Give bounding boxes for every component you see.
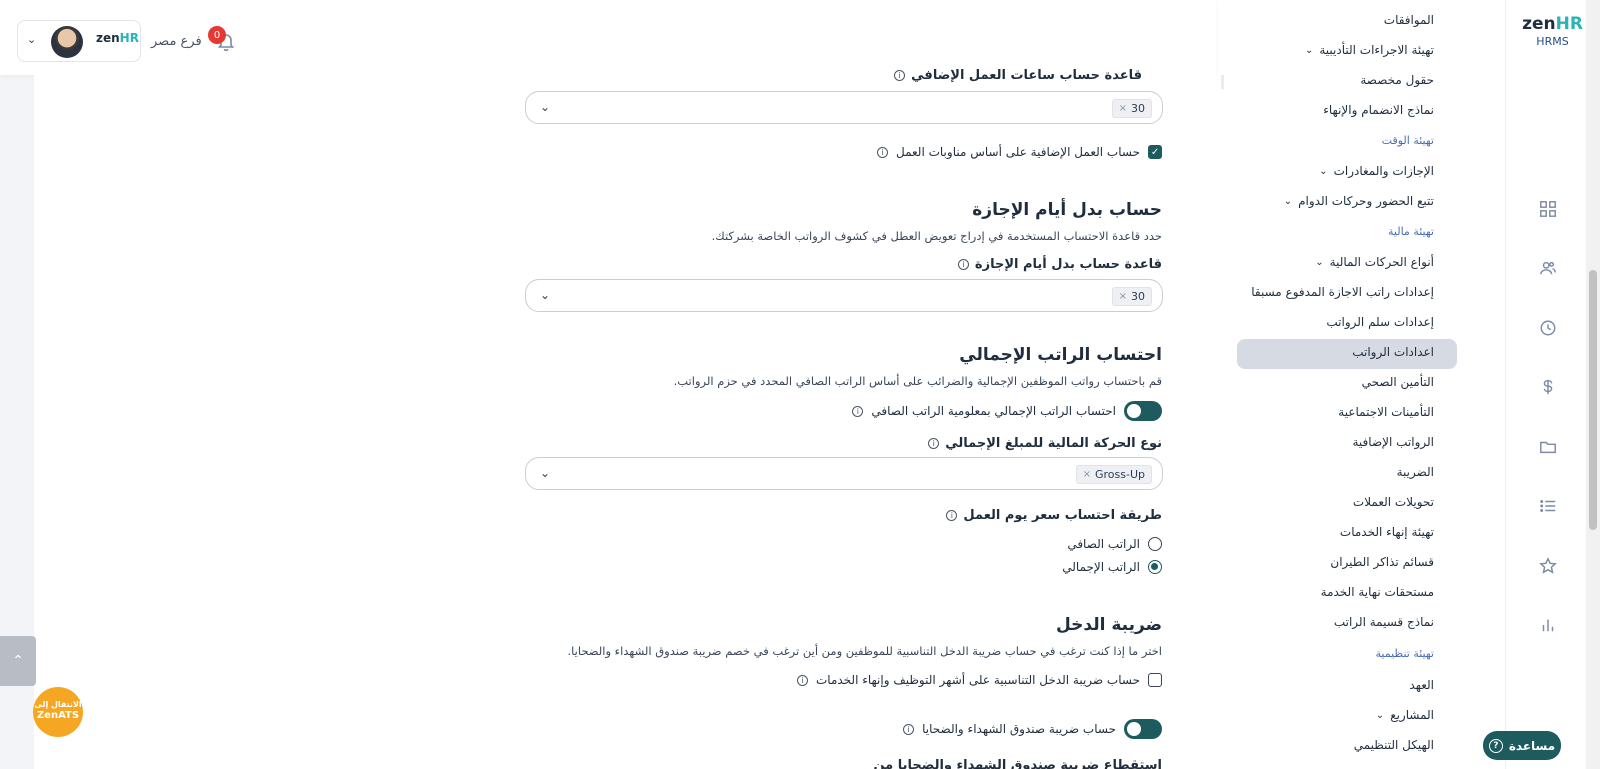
chevron-down-icon: ⌄ [540, 466, 551, 480]
nav-item-salary-scale[interactable]: إعدادات سلم الرواتب [1326, 315, 1434, 329]
txn-type-label: نوع الحركة المالية للمبلغ الإجمالي i [928, 436, 1162, 451]
chevron-down-icon: ⌄ [540, 288, 551, 302]
info-icon[interactable]: i [894, 70, 906, 81]
nav-item-org-structure[interactable]: الهيكل التنظيمي [1354, 738, 1434, 752]
user-menu[interactable]: ⌄ zenHR [17, 20, 141, 62]
users-icon[interactable] [1538, 258, 1558, 278]
info-icon[interactable]: i [957, 259, 969, 270]
chevron-down-icon: ⌄ [1315, 256, 1324, 268]
nav-item-payslip[interactable]: نماذج قسيمة الراتب [1334, 615, 1434, 629]
chevron-up-icon: ⌃ [12, 653, 24, 669]
notification-badge: 0 [208, 26, 226, 44]
radio-gross[interactable] [1148, 560, 1162, 574]
reports-icon[interactable] [1538, 615, 1558, 635]
chevron-down-icon: ⌄ [27, 33, 37, 46]
nav-item-social-insurance[interactable]: التأمينات الاجتماعية [1338, 405, 1434, 419]
nav-item-leaves[interactable]: الإجازات والمغادرات ⌄ [1319, 164, 1434, 178]
nav-section-finance: تهيئة مالية [1388, 225, 1434, 238]
gross-from-net-toggle[interactable] [1124, 401, 1162, 421]
info-icon[interactable]: i [796, 674, 808, 686]
question-icon: ? [1488, 738, 1503, 753]
nav-item-approvals[interactable]: الموافقات [1384, 13, 1434, 27]
daily-rate-label: طريقة احتساب سعر يوم العمل i [946, 508, 1162, 523]
radio-net[interactable] [1148, 537, 1162, 551]
help-button[interactable]: مساعدة ? [1483, 731, 1561, 760]
nav-item-prepaid-leave[interactable]: إعدادات راتب الاجازة المدفوع مسبقا [1251, 285, 1434, 299]
zenats-button[interactable]: الانتقال إلى ZenATS [33, 687, 83, 737]
selected-chip: × Gross-Up [1075, 465, 1152, 484]
nav-item-currency[interactable]: تحويلات العملات [1353, 495, 1434, 509]
info-icon[interactable]: i [946, 510, 958, 521]
remove-icon[interactable]: × [1119, 103, 1127, 114]
nav-item-eos[interactable]: مستحقات نهاية الخدمة [1321, 585, 1434, 599]
nav-item-projects[interactable]: المشاريع ⌄ [1376, 708, 1434, 722]
nav-item-health-insurance[interactable]: التأمين الصحي [1362, 375, 1434, 389]
txn-type-select[interactable]: × Gross-Up ⌄ [525, 457, 1163, 490]
nav-item-custody[interactable]: العهد [1409, 678, 1434, 692]
nav-item-onboarding-forms[interactable]: نماذج الانضمام والإنهاء [1323, 103, 1434, 117]
branch-name[interactable]: فرع مصر [151, 34, 202, 49]
dollar-icon[interactable] [1538, 377, 1558, 397]
nav-section-time: تهيئة الوقت [1381, 134, 1434, 147]
leave-basis-select[interactable]: × 30 ⌄ [525, 279, 1163, 312]
nav-item-attendance[interactable]: تتبع الحضور وحركات الدوام ⌄ [1284, 194, 1434, 208]
gross-salary-title: احتساب الراتب الإجمالي [959, 345, 1162, 365]
nav-scroll-track[interactable] [1221, 75, 1224, 89]
chevron-down-icon: ⌄ [1375, 709, 1385, 721]
prorate-checkbox[interactable] [1148, 673, 1162, 687]
leave-allowance-desc: حدد قاعدة الاحتساب المستخدمة في إدراج تع… [711, 229, 1162, 243]
income-tax-desc: اختر ما إذا كنت ترغب في حساب ضريبة الدخل… [567, 644, 1163, 658]
overtime-basis-select[interactable]: × 30 ⌄ [525, 91, 1163, 124]
clock-icon[interactable] [1538, 318, 1558, 338]
radio-gross-row: الراتب الإجمالي [1062, 560, 1162, 574]
settings-nav: الموافقات تهيئة الاجراءات التأديبية ⌄ حقو… [1216, 0, 1505, 769]
selected-chip: × 30 [1111, 99, 1152, 118]
star-icon[interactable] [1538, 556, 1558, 576]
radio-net-row: الراتب الصافي [1067, 537, 1162, 551]
scroll-top-button[interactable]: ⌃ [0, 636, 36, 686]
martyrs-row: حساب ضريبة صندوق الشهداء والضحايا i [903, 719, 1162, 739]
nav-item-termination[interactable]: تهيئة إنهاء الخدمات [1340, 525, 1434, 539]
martyrs-cut-heading: استقطاع ضريبة صندوق الشهداء والضحايا من [873, 758, 1162, 769]
nav-item-custom-fields[interactable]: حقول مخصصة [1360, 73, 1434, 87]
overtime-shift-row: ✓ حساب العمل الإضافية على أساس مناوبات ا… [876, 145, 1162, 159]
remove-icon[interactable]: × [1119, 291, 1127, 302]
info-icon[interactable]: i [928, 438, 940, 449]
gross-toggle-row: احتساب الراتب الإجمالي بمعلومية الراتب ا… [852, 401, 1162, 421]
leave-basis-label: قاعدة حساب بدل أيام الإجازة i [957, 257, 1162, 272]
prorate-row: حساب ضريبة الدخل التناسبية على أشهر التو… [796, 673, 1162, 687]
selected-chip: × 30 [1111, 287, 1152, 306]
chevron-down-icon: ⌄ [540, 100, 551, 114]
chevron-down-icon: ⌄ [1283, 195, 1293, 207]
info-icon[interactable]: i [852, 405, 864, 417]
gross-salary-desc: قم باحتساب رواتب الموظفين الإجمالية والض… [673, 374, 1162, 388]
chevron-down-icon: ⌄ [1319, 165, 1328, 177]
overtime-basis-label: قاعدة حساب ساعات العمل الإضافي i [894, 68, 1142, 83]
nav-item-tax[interactable]: الضريبة [1397, 465, 1434, 479]
nav-item-air-tickets[interactable]: قسائم تذاكر الطيران [1330, 555, 1434, 569]
nav-item-disciplinary[interactable]: تهيئة الاجراءات التأديبية ⌄ [1305, 43, 1434, 57]
overtime-shift-checkbox[interactable]: ✓ [1148, 145, 1162, 159]
company-logo: zenHR [96, 31, 139, 45]
nav-item-txn-types[interactable]: أنواع الحركات المالية ⌄ [1315, 255, 1434, 269]
info-icon[interactable]: i [876, 146, 888, 158]
remove-icon[interactable]: × [1083, 469, 1091, 480]
folder-icon[interactable] [1538, 437, 1558, 457]
nav-section-org: تهيئة تنظيمية [1375, 647, 1434, 660]
income-tax-title: ضريبة الدخل [1055, 615, 1162, 635]
chevron-down-icon: ⌄ [1304, 44, 1314, 56]
page-scrollbar[interactable] [1586, 0, 1600, 769]
list-icon[interactable] [1538, 496, 1558, 516]
scrollbar-thumb[interactable] [1589, 270, 1597, 530]
nav-item-extra-salaries[interactable]: الرواتب الإضافية [1353, 435, 1435, 449]
settings-card [34, 75, 1216, 769]
nav-item-payroll-settings[interactable]: اعدادات الرواتب [1352, 345, 1434, 359]
leave-allowance-title: حساب بدل أيام الإجازة [972, 200, 1162, 220]
martyrs-fund-toggle[interactable] [1124, 719, 1162, 739]
dashboard-icon[interactable] [1538, 199, 1558, 219]
avatar [51, 26, 83, 58]
top-header: ⌄ zenHR فرع مصر 0 [0, 0, 1216, 75]
info-icon[interactable]: i [903, 723, 915, 735]
